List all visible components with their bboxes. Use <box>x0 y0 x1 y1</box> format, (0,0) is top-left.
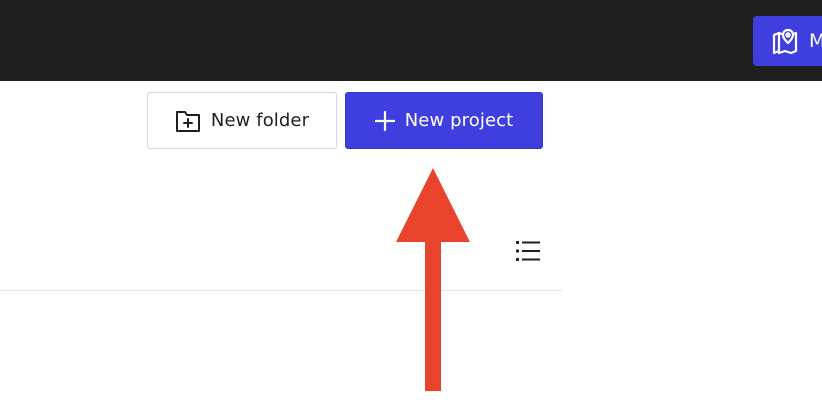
new-folder-button[interactable]: New folder <box>147 92 337 149</box>
map-button-label: M <box>809 30 822 52</box>
map-pin-icon <box>772 28 798 55</box>
content-divider <box>0 290 562 291</box>
new-folder-label: New folder <box>210 110 310 131</box>
list-view-icon[interactable] <box>516 240 540 262</box>
new-project-label: New project <box>404 110 514 131</box>
folder-plus-icon <box>175 110 200 132</box>
top-navigation-bar: M <box>0 0 822 81</box>
annotation-arrow <box>396 168 470 391</box>
new-project-button[interactable]: New project <box>345 92 543 149</box>
map-button[interactable]: M <box>753 16 822 66</box>
plus-icon <box>374 110 395 131</box>
